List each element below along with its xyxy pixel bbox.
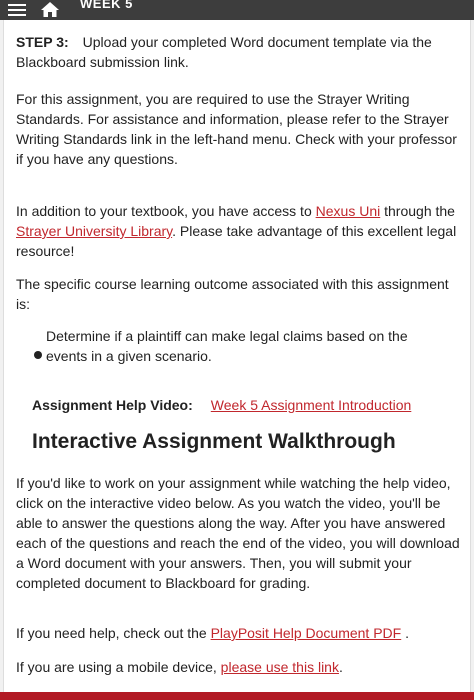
top-navigation-bar: WEEK 5 (0, 0, 474, 20)
playposit-paragraph: If you need help, check out the PlayPosi… (16, 625, 409, 641)
home-icon[interactable] (40, 1, 60, 17)
outcome-intro-paragraph: The specific course learning outcome ass… (16, 276, 449, 312)
playposit-help-link[interactable]: PlayPosit Help Document PDF (211, 625, 402, 641)
mobile-link[interactable]: please use this link (221, 659, 339, 675)
help-video-row: Assignment Help Video: Week 5 Assignment … (32, 395, 411, 415)
week5-introduction-link[interactable]: Week 5 Assignment Introduction (211, 397, 412, 413)
mobile-paragraph: If you are using a mobile device, please… (16, 659, 343, 675)
hamburger-menu-icon[interactable] (8, 2, 26, 16)
strayer-library-link[interactable]: Strayer University Library (16, 223, 172, 239)
week-title: WEEK 5 (80, 0, 133, 11)
bottom-bar (0, 692, 474, 700)
step3-label: STEP 3: (16, 34, 69, 50)
walkthrough-heading: Interactive Assignment Walkthrough (32, 430, 396, 453)
bullet-icon (34, 351, 42, 359)
nexus-uni-link[interactable]: Nexus Uni (316, 203, 381, 219)
learning-outcome-item: Determine if a plaintiff can make legal … (46, 328, 408, 364)
walkthrough-paragraph: If you'd like to work on your assignment… (16, 475, 460, 591)
help-video-label: Assignment Help Video: (32, 397, 193, 413)
content-panel: STEP 3: Upload your completed Word docume… (3, 20, 471, 692)
writing-standards-paragraph: For this assignment, you are required to… (16, 91, 457, 167)
step3-paragraph: STEP 3: Upload your completed Word docume… (16, 32, 460, 72)
resources-paragraph: In addition to your textbook, you have a… (16, 203, 457, 259)
step3-text: Upload your completed Word document temp… (16, 34, 432, 70)
